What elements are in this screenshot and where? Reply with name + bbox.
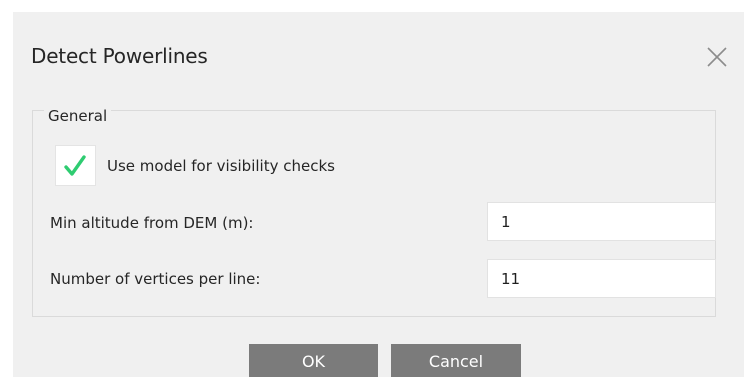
close-icon xyxy=(707,47,727,67)
close-button[interactable] xyxy=(704,44,730,70)
checkmark-icon xyxy=(64,155,86,176)
ok-button[interactable]: OK xyxy=(249,344,378,377)
min-altitude-input[interactable] xyxy=(487,202,716,241)
groupbox-legend: General xyxy=(44,106,112,126)
cancel-button[interactable]: Cancel xyxy=(391,344,521,377)
vertices-per-line-label: Number of vertices per line: xyxy=(50,270,261,288)
vertices-per-line-input[interactable] xyxy=(487,259,716,298)
dialog-title: Detect Powerlines xyxy=(31,44,208,68)
min-altitude-label: Min altitude from DEM (m): xyxy=(50,214,254,232)
visibility-checkbox[interactable] xyxy=(55,145,96,186)
visibility-checkbox-label[interactable]: Use model for visibility checks xyxy=(107,156,335,176)
detect-powerlines-dialog: Detect Powerlines General Use model for … xyxy=(13,12,744,377)
